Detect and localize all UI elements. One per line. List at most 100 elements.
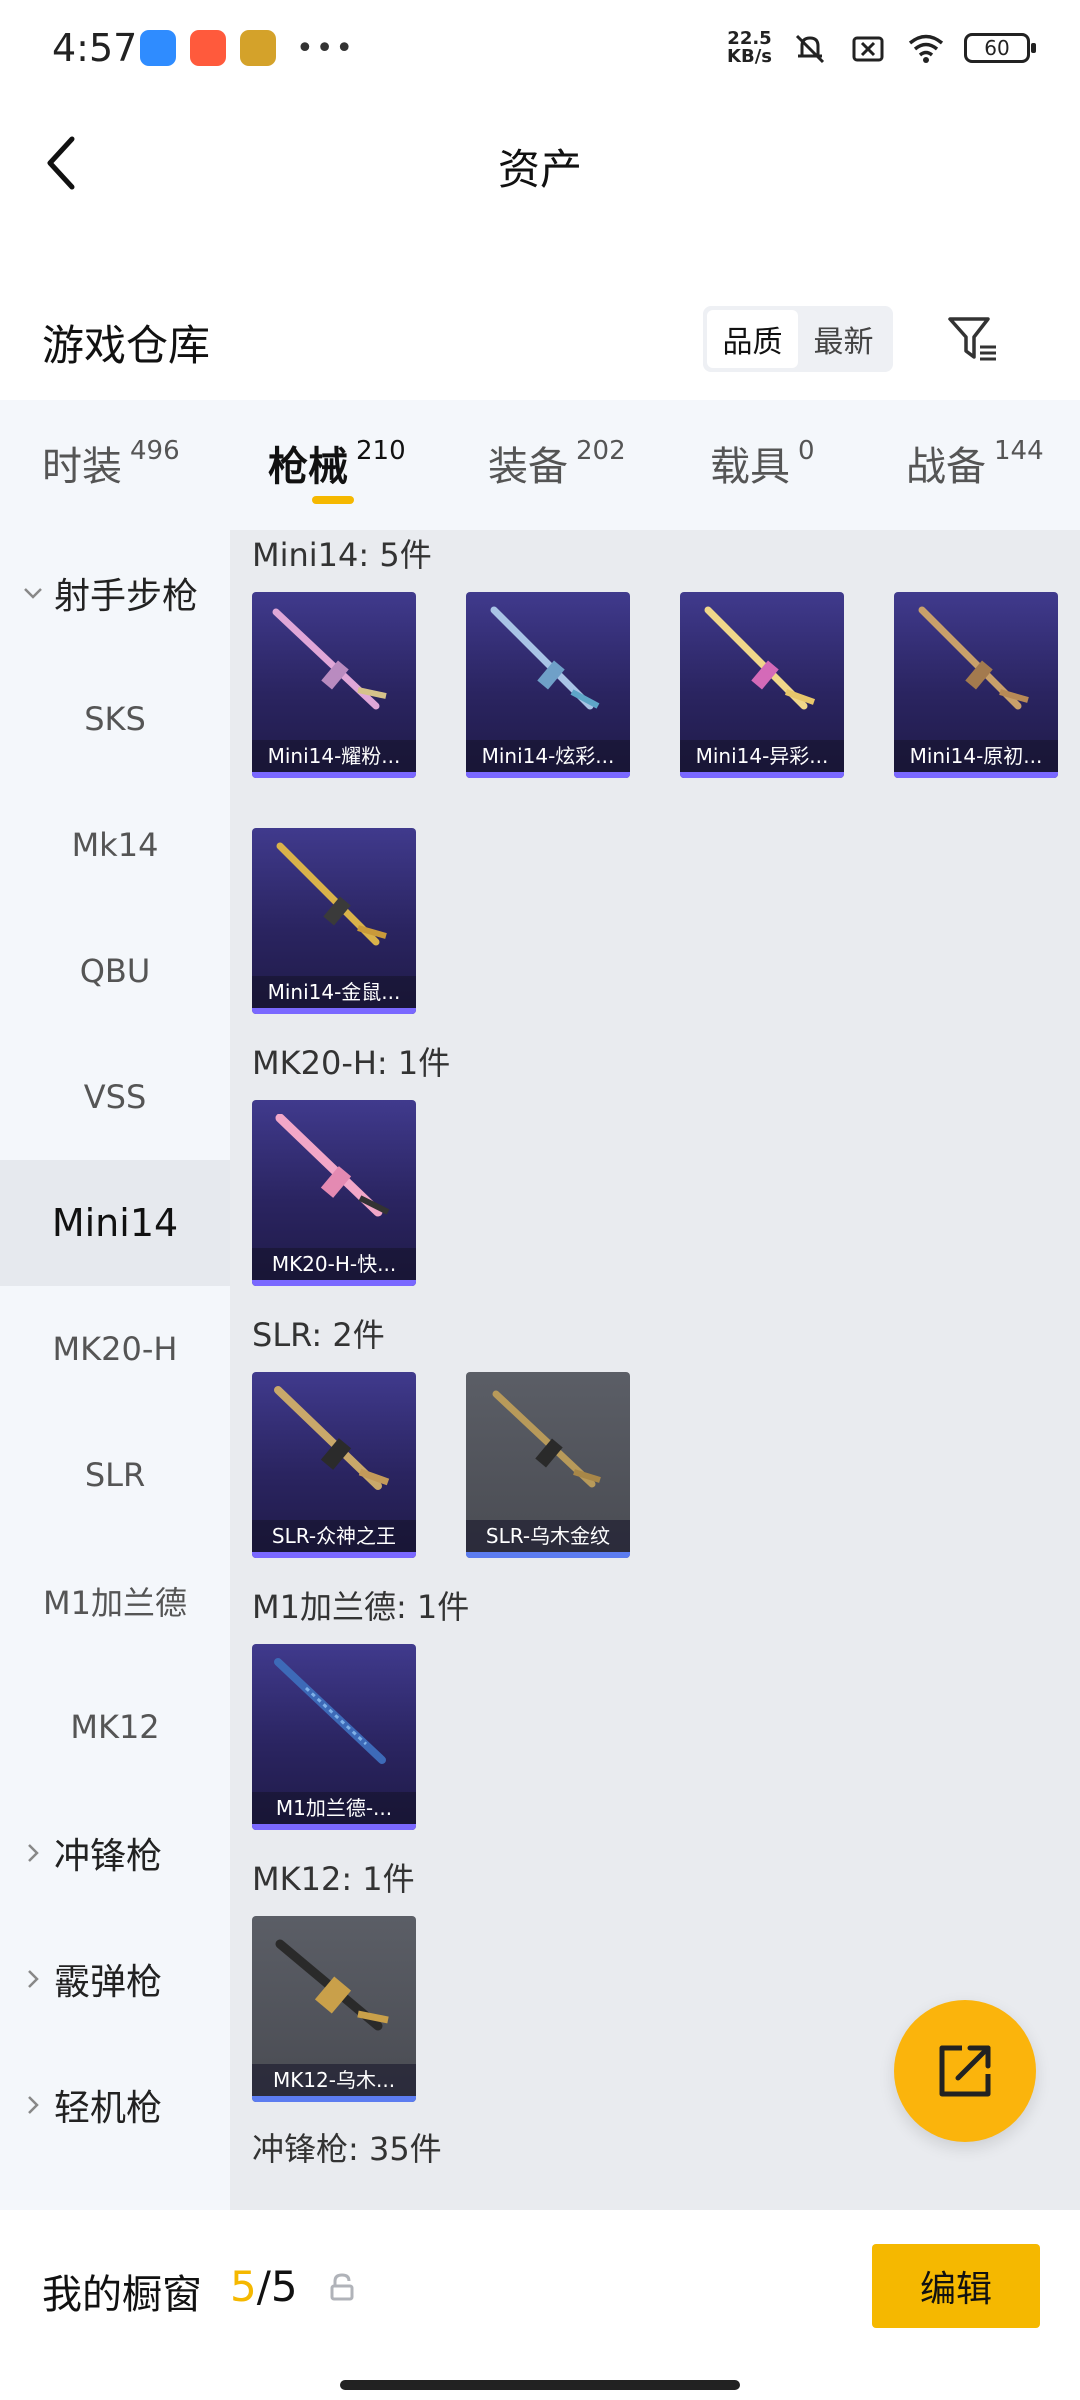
tab-supplies[interactable]: 战备 144 (906, 434, 1044, 492)
page-title: 资产 (497, 145, 582, 194)
group-title-mini14: Mini14: 5件 (252, 536, 432, 574)
quality-bar (252, 1824, 416, 1830)
weapon-card[interactable]: SLR-乌木金纹 (466, 1372, 630, 1558)
weapon-card[interactable]: M1加兰德-... (252, 1644, 416, 1830)
status-bar: 4:57 ••• 22.5 KB/s 60 (0, 0, 1080, 100)
sort-by-quality[interactable]: 品质 (707, 310, 798, 368)
weapon-name: Mini14-金鼠... (252, 976, 416, 1008)
sidebar-item-label: 射手步枪 (54, 576, 199, 617)
quality-bar (252, 2096, 416, 2102)
section-title: 游戏仓库 (42, 321, 211, 370)
app-notification-icon (190, 30, 226, 66)
lock-icon (330, 2273, 354, 2301)
showcase-count: 5/5 (230, 2262, 298, 2311)
tab-fashion[interactable]: 时装 496 (42, 434, 180, 492)
quality-bar (680, 772, 844, 778)
tab-firearms[interactable]: 枪械 210 (268, 434, 406, 492)
quality-bar (466, 772, 630, 778)
tab-count: 210 (356, 436, 406, 466)
weapon-card[interactable]: Mini14-原初... (894, 592, 1058, 778)
chevron-right-icon (18, 1964, 48, 1994)
status-right: 22.5 KB/s 60 (727, 28, 1036, 68)
chevron-right-icon (18, 2090, 48, 2120)
sidebar-item-mk12[interactable]: MK12 (0, 1664, 230, 1790)
tab-count: 496 (130, 436, 180, 466)
rifle-icon (274, 1386, 390, 1490)
sidebar-item-qbu[interactable]: QBU (0, 908, 230, 1034)
weapon-name: Mini14-耀粉... (252, 740, 416, 772)
rifle-icon (275, 1939, 389, 2031)
weapon-type-sidebar: 射手步枪 SKS Mk14 QBU VSS Mini14 MK20-H SLR … (0, 530, 230, 2210)
filter-button[interactable] (940, 306, 1004, 372)
sidebar-item-label: 轻机枪 (54, 2088, 163, 2129)
weapon-grid: Mini14: 5件 Mini14-耀粉... Mini14-炫彩... Min… (230, 530, 1080, 2210)
quality-bar (466, 1552, 630, 1558)
weapon-card[interactable]: MK20-H-快... (252, 1100, 416, 1286)
sidebar-group-marksman[interactable]: 射手步枪 (0, 530, 230, 656)
weapon-name: MK12-乌木... (252, 2064, 416, 2096)
weapon-card[interactable]: Mini14-异彩... (680, 592, 844, 778)
weapon-card[interactable]: MK12-乌木... (252, 1916, 416, 2102)
home-indicator[interactable] (340, 2380, 740, 2390)
share-fab-button[interactable] (894, 2000, 1036, 2142)
sidebar-group-smg[interactable]: 冲锋枪 (0, 1790, 230, 1916)
tab-count: 144 (994, 436, 1044, 466)
tab-label: 战备 (906, 444, 986, 490)
weapon-card[interactable]: Mini14-炫彩... (466, 592, 630, 778)
tab-label: 时装 (42, 444, 122, 490)
quality-bar (252, 772, 416, 778)
tab-count: 0 (798, 436, 815, 466)
sidebar-group-shotgun[interactable]: 霰弹枪 (0, 1916, 230, 2042)
showcase-bar: 我的橱窗 5/5 编辑 (0, 2210, 1080, 2400)
weapon-card[interactable]: SLR-众神之王 (252, 1372, 416, 1558)
group-title-smg: 冲锋枪: 35件 (252, 2130, 442, 2168)
rifle-icon (490, 606, 600, 710)
weapon-name: MK20-H-快... (252, 1248, 416, 1280)
mute-bell-icon (795, 34, 825, 64)
weapon-card[interactable]: Mini14-耀粉... (252, 592, 416, 778)
weapon-name: M1加兰德-... (252, 1792, 416, 1824)
tab-label: 枪械 (268, 444, 348, 490)
showcase-label: 我的橱窗 (42, 2272, 202, 2318)
sidebar-item-mk14[interactable]: Mk14 (0, 782, 230, 908)
weapon-card[interactable]: Mini14-金鼠... (252, 828, 416, 1014)
more-notifications-icon: ••• (296, 30, 356, 66)
sidebar-item-mk20h[interactable]: MK20-H (0, 1286, 230, 1412)
category-tabs: 时装 496 枪械 210 装备 202 载具 0 战备 144 (0, 400, 1080, 530)
sidebar-item-mini14[interactable]: Mini14 (0, 1160, 230, 1286)
weapon-name: Mini14-炫彩... (466, 740, 630, 772)
tab-label: 载具 (710, 444, 790, 490)
sidebar-group-lmg[interactable]: 轻机枪 (0, 2042, 230, 2168)
quality-bar (252, 1280, 416, 1286)
weapon-name: Mini14-异彩... (680, 740, 844, 772)
rifle-icon (275, 1114, 390, 1217)
showcase-total: /5 (256, 2262, 298, 2311)
group-title-m1-garand: M1加兰德: 1件 (252, 1588, 470, 1626)
share-external-icon (939, 2045, 991, 2097)
app-notification-icon (140, 30, 176, 66)
sidebar-item-label: 霰弹枪 (54, 1962, 163, 2003)
chevron-right-icon (18, 1838, 48, 1868)
sidebar-item-slr[interactable]: SLR (0, 1412, 230, 1538)
tab-vehicles[interactable]: 载具 0 (710, 434, 815, 492)
tab-equipment[interactable]: 装备 202 (488, 434, 626, 492)
sidebar-item-sks[interactable]: SKS (0, 656, 230, 782)
chevron-down-icon (18, 578, 48, 608)
section-header: 游戏仓库 品质 最新 (0, 290, 1080, 390)
sidebar-item-vss[interactable]: VSS (0, 1034, 230, 1160)
edit-button[interactable]: 编辑 (872, 2244, 1040, 2328)
weapon-name: SLR-众神之王 (252, 1520, 416, 1552)
group-title-mk12: MK12: 1件 (252, 1860, 415, 1898)
tab-label: 装备 (488, 444, 568, 490)
rifle-icon (918, 606, 1029, 710)
sort-by-newest[interactable]: 最新 (798, 310, 889, 368)
rifle-icon (276, 842, 387, 946)
battery-icon: 60 (964, 33, 1036, 63)
status-time: 4:57 (52, 26, 138, 70)
sidebar-item-m1-garand[interactable]: M1加兰德 (0, 1538, 230, 1664)
sidebar-item-label: 冲锋枪 (54, 1836, 163, 1877)
network-speed: 22.5 KB/s (727, 30, 772, 66)
active-tab-indicator (312, 496, 354, 504)
group-title-mk20h: MK20-H: 1件 (252, 1044, 451, 1082)
rifle-icon (492, 1390, 601, 1488)
